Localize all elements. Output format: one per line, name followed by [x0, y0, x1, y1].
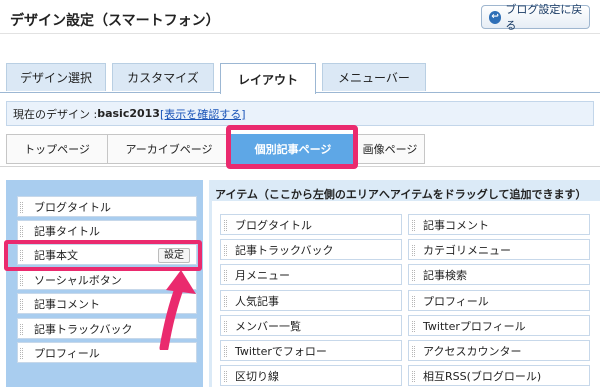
item-label: 記事トラックバック [235, 243, 334, 257]
page-title: デザイン設定（スマートフォン） [10, 13, 220, 29]
drag-handle-icon[interactable] [224, 245, 227, 256]
drag-handle-icon[interactable] [20, 348, 23, 359]
items-panel-heading: アイテム（ここから左側のエリアへアイテムをドラッグして追加できます） [215, 188, 587, 201]
main-tabs: デザイン選択 カスタマイズ レイアウト メニューバー [6, 63, 432, 94]
drag-handle-icon[interactable] [20, 275, 23, 286]
drag-handle-icon[interactable] [20, 324, 23, 335]
drag-handle-icon[interactable] [20, 299, 23, 310]
view-design-link[interactable]: [表示を確認する] [160, 106, 246, 122]
current-design-prefix: 現在のデザイン : [13, 107, 98, 121]
item-label: 相互RSS(ブログロール) [423, 369, 542, 383]
drag-handle-icon[interactable] [412, 270, 415, 281]
layout-item-label: ソーシャルボタン [34, 273, 122, 287]
item-blog-title[interactable]: ブログタイトル [220, 214, 402, 235]
item-divider-line[interactable]: 区切り線 [220, 365, 402, 386]
entry-page-highlight-box [226, 125, 358, 169]
tab-menubar[interactable]: メニューバー [322, 63, 426, 91]
tab-customize[interactable]: カスタマイズ [112, 63, 214, 91]
layout-item-label: ブログタイトル [34, 200, 111, 214]
item-twitter-follow[interactable]: Twitterでフォロー [220, 340, 402, 361]
back-to-blog-settings-button[interactable]: ↩ ブログ設定に戻る [481, 3, 590, 32]
drag-handle-icon[interactable] [412, 321, 415, 332]
item-label: Twitterプロフィール [423, 319, 526, 333]
item-label: Twitterでフォロー [235, 344, 327, 358]
item-twitter-profile[interactable]: Twitterプロフィール [408, 315, 590, 336]
drag-handle-icon[interactable] [224, 270, 227, 281]
layout-item-blog-title[interactable]: ブログタイトル [17, 196, 197, 217]
item-label: 人気記事 [235, 294, 279, 308]
item-mutual-rss[interactable]: 相互RSS(ブログロール) [408, 365, 590, 386]
drag-handle-icon[interactable] [412, 220, 415, 231]
drag-handle-icon[interactable] [224, 220, 227, 231]
title-divider [0, 33, 600, 34]
subtab-archive-page[interactable]: アーカイブページ [107, 134, 231, 164]
subtab-image-page[interactable]: 画像ページ [355, 134, 425, 164]
page-type-tabs: トップページ アーカイブページ 個別記事ページ 画像ページ [6, 134, 425, 164]
tab-layout[interactable]: レイアウト [220, 63, 316, 94]
item-member-list[interactable]: メンバー一覧 [220, 315, 402, 336]
drag-handle-icon[interactable] [20, 202, 23, 213]
drag-handle-icon[interactable] [412, 245, 415, 256]
layout-item-label: 記事トラックバック [34, 322, 133, 336]
drag-handle-icon[interactable] [412, 371, 415, 382]
layout-item-label: 記事タイトル [34, 224, 100, 238]
current-design-name: basic2013 [97, 107, 160, 120]
drag-handle-icon[interactable] [224, 346, 227, 357]
item-category-menu[interactable]: カテゴリメニュー [408, 239, 590, 260]
item-entry-trackbacks[interactable]: 記事トラックバック [220, 239, 402, 260]
item-label: 区切り線 [235, 369, 279, 383]
item-monthly-menu[interactable]: 月メニュー [220, 264, 402, 285]
drag-handle-icon[interactable] [224, 371, 227, 382]
layout-item-label: 記事コメント [34, 297, 100, 311]
item-entry-search[interactable]: 記事検索 [408, 264, 590, 285]
item-entry-comments[interactable]: 記事コメント [408, 214, 590, 235]
item-label: プロフィール [423, 294, 489, 308]
items-panel: アイテム（ここから左側のエリアへアイテムをドラッグして追加できます） ブログタイ… [209, 180, 600, 387]
current-design-bar: 現在のデザイン : basic2013 [表示を確認する] [6, 101, 594, 126]
item-profile[interactable]: プロフィール [408, 290, 590, 311]
item-label: カテゴリメニュー [423, 243, 511, 257]
tab-design-select[interactable]: デザイン選択 [6, 63, 106, 91]
item-popular-entries[interactable]: 人気記事 [220, 290, 402, 311]
item-label: 記事検索 [423, 268, 467, 282]
layout-item-entry-title[interactable]: 記事タイトル [17, 220, 197, 241]
item-label: ブログタイトル [235, 218, 312, 232]
layout-item-label: プロフィール [34, 346, 100, 360]
drag-handle-icon[interactable] [224, 296, 227, 307]
drag-handle-icon[interactable] [412, 296, 415, 307]
annotation-arrow-icon [159, 270, 196, 350]
item-access-counter[interactable]: アクセスカウンター [408, 340, 590, 361]
item-label: メンバー一覧 [235, 319, 301, 333]
item-label: アクセスカウンター [423, 344, 522, 358]
back-arrow-icon: ↩ [489, 10, 502, 24]
item-label: 月メニュー [235, 268, 290, 282]
drag-handle-icon[interactable] [224, 321, 227, 332]
drag-handle-icon[interactable] [412, 346, 415, 357]
back-button-label: ブログ設定に戻る [505, 3, 583, 32]
drag-handle-icon[interactable] [20, 226, 23, 237]
subtab-top-page[interactable]: トップページ [6, 134, 108, 164]
item-label: 記事コメント [423, 218, 489, 232]
items-list: ブログタイトル 記事コメント 記事トラックバック カテゴリメニュー 月メニュー … [212, 201, 600, 387]
entry-body-highlight-box [4, 240, 202, 271]
